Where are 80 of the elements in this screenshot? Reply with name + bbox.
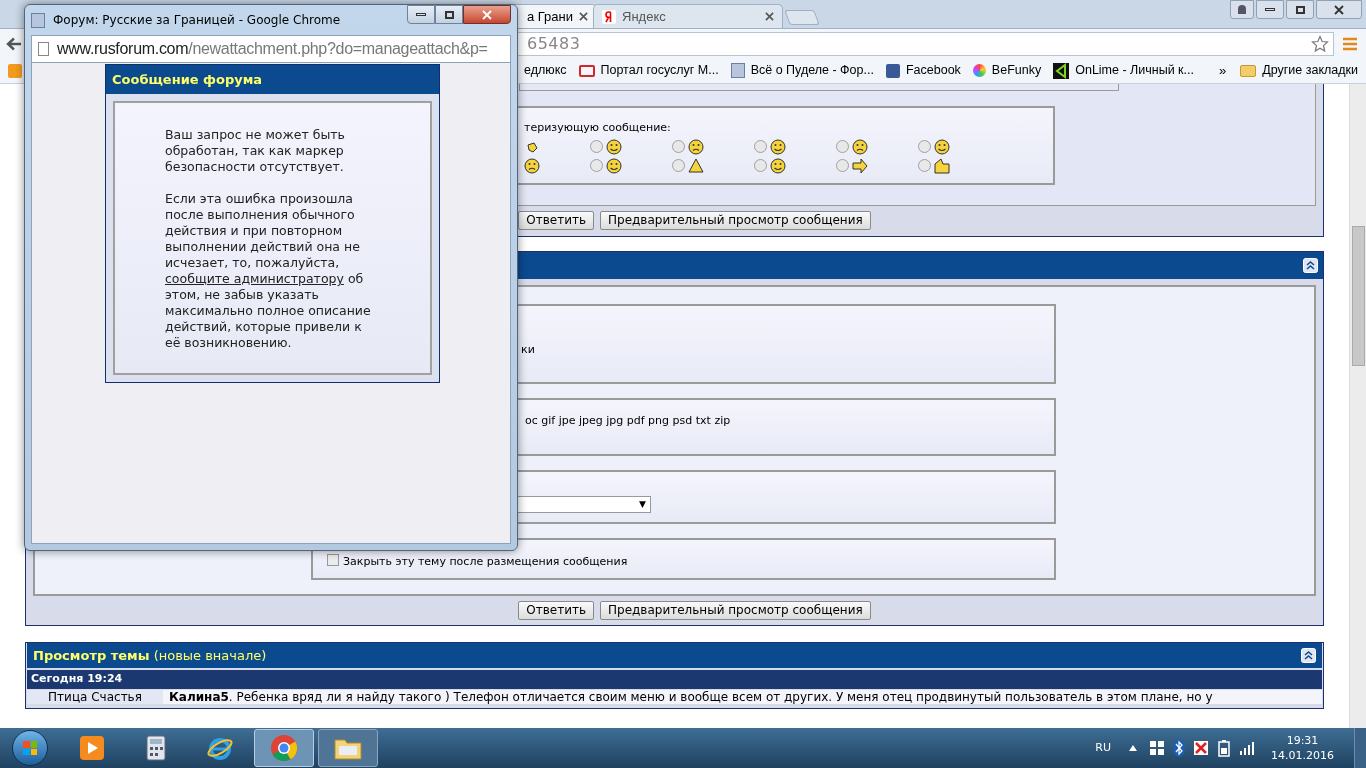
radio-button[interactable] bbox=[754, 159, 767, 172]
play-icon bbox=[79, 735, 105, 761]
start-button[interactable] bbox=[12, 730, 48, 766]
collapse-icon[interactable] bbox=[1303, 258, 1318, 273]
radio-button[interactable] bbox=[672, 159, 685, 172]
date-text: Сегодня 19:24 bbox=[31, 671, 123, 688]
radio-button[interactable] bbox=[672, 140, 685, 153]
window-title: Форум: Русские за Границей - Google Chrome bbox=[53, 12, 341, 29]
show-hidden-icons[interactable] bbox=[1129, 745, 1137, 751]
minimize-button[interactable] bbox=[1256, 0, 1284, 19]
triangle-icon bbox=[1053, 62, 1070, 79]
checkbox-label: Закрыть эту тему после размещения сообщения bbox=[343, 554, 628, 570]
star-icon[interactable] bbox=[1311, 34, 1329, 53]
bookmark-item[interactable]: Facebook bbox=[885, 61, 961, 80]
close-button[interactable] bbox=[1316, 0, 1362, 19]
url-host: www.rusforum.com bbox=[57, 39, 189, 59]
message-text: Если эта ошибка произошла после выполнения обычного действия и при повторном выполнении действий она не исчезает, то, пожалуйста, сообщите администратору об этом, не забыв указать максимально полное описание действий, которые привели к её возникновению. bbox=[165, 191, 372, 351]
clock[interactable]: 19:31 14.01.2016 bbox=[1271, 733, 1334, 763]
battery-icon[interactable] bbox=[1217, 739, 1231, 757]
author-cell: Птица Счастья bbox=[27, 690, 163, 704]
bookmark-item[interactable]: BeFunky bbox=[972, 61, 1042, 80]
bookmark-folder[interactable]: Другие закладки bbox=[1240, 61, 1358, 80]
checkbox[interactable] bbox=[327, 554, 339, 566]
page-icon bbox=[31, 12, 45, 28]
language-indicator[interactable]: RU bbox=[1095, 739, 1111, 757]
file-icon bbox=[38, 42, 49, 56]
close-icon bbox=[482, 9, 492, 20]
browser-tab[interactable]: Яндекс bbox=[593, 4, 783, 28]
more-bookmarks-button[interactable]: » bbox=[1219, 60, 1227, 81]
fieldset-text: ки bbox=[521, 343, 535, 356]
radio-button[interactable] bbox=[918, 140, 931, 153]
close-icon bbox=[579, 12, 588, 21]
form-button[interactable]: Предварительный просмотр сообщения bbox=[600, 601, 871, 620]
radio-button[interactable] bbox=[754, 140, 767, 153]
restore-button[interactable] bbox=[1286, 0, 1314, 19]
address-text: 65483 bbox=[527, 32, 581, 55]
close-button[interactable] bbox=[463, 5, 511, 24]
form-button[interactable]: Ответить bbox=[518, 211, 595, 230]
form-button[interactable]: Ответить bbox=[518, 601, 595, 620]
radio-button[interactable] bbox=[836, 140, 849, 153]
profile-button[interactable] bbox=[1230, 0, 1254, 19]
folder-taskbar-button[interactable] bbox=[318, 729, 378, 767]
chrome-taskbar-button[interactable] bbox=[254, 729, 314, 767]
post-text: Калина5. Ребенка вряд ли я найду такого ) Телефон отличается своим меню и вообще всем от других. У меня отец продвинутый пользователь в этом плане, но у bbox=[163, 690, 1322, 704]
calculator-icon bbox=[146, 735, 166, 761]
bookmark-item[interactable]: едлюкс bbox=[524, 61, 567, 80]
bookmark-item[interactable]: Портал госуслуг М... bbox=[578, 61, 719, 80]
message-title: Сообщение форума bbox=[112, 70, 263, 89]
close-icon bbox=[1334, 4, 1344, 15]
form-button[interactable]: Предварительный просмотр сообщения bbox=[600, 211, 871, 230]
monitor-icon bbox=[578, 64, 595, 77]
message-text: Ваш запрос не может быть обработан, так как маркер безопасности отсутствует. bbox=[165, 127, 346, 175]
maximize-button[interactable] bbox=[435, 5, 463, 24]
panel-title: Просмотр темы (новые вначале) bbox=[33, 646, 267, 665]
facebook-icon bbox=[885, 63, 900, 78]
admin-link[interactable]: сообщите администратору bbox=[165, 271, 344, 286]
bookmark-item[interactable]: Всё о Пуделе - Фор... bbox=[730, 61, 874, 80]
bluetooth-icon[interactable] bbox=[1173, 739, 1185, 757]
collapse-icon[interactable] bbox=[1301, 648, 1316, 663]
minimize-button[interactable] bbox=[407, 5, 435, 24]
signal-icon[interactable] bbox=[1239, 741, 1257, 755]
fieldset-label: теризующую сообщение: bbox=[524, 120, 672, 136]
back-icon[interactable] bbox=[6, 36, 22, 51]
yandex-icon bbox=[602, 9, 616, 24]
folder-icon bbox=[1240, 64, 1257, 77]
url-path: /newattachment.php?do=manageattach&p= bbox=[188, 39, 488, 59]
color-wheel-icon bbox=[972, 64, 986, 77]
close-icon bbox=[765, 12, 774, 21]
radio-button[interactable] bbox=[836, 159, 849, 172]
tab-title: а Грани bbox=[526, 7, 573, 26]
radio-button[interactable] bbox=[918, 159, 931, 172]
chrome-icon bbox=[270, 734, 298, 762]
bookmark-item[interactable]: OnLime - Личный к... bbox=[1053, 61, 1194, 80]
fieldset-text: oc gif jpe jpeg jpg pdf png psd txt zip bbox=[525, 414, 731, 427]
url-field[interactable]: www.rusforum.com/newattachment.php?do=manageattach&p= bbox=[31, 35, 511, 63]
radio-button[interactable] bbox=[590, 140, 603, 153]
radio-button[interactable] bbox=[590, 159, 603, 172]
scrollbar[interactable] bbox=[1349, 84, 1366, 728]
tab-title: Яндекс bbox=[622, 7, 666, 26]
page-icon bbox=[730, 63, 745, 78]
